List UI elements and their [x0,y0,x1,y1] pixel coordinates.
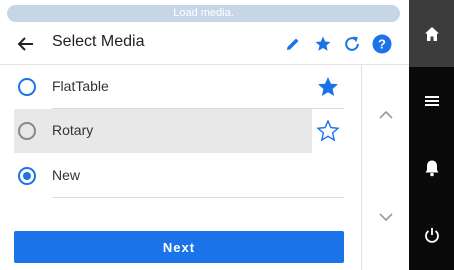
pencil-icon [287,38,299,50]
refresh-button[interactable] [340,32,364,56]
favorite-button[interactable] [311,32,335,56]
menu-button[interactable] [409,67,454,134]
star-filled-icon [318,77,338,96]
media-item-rotary[interactable]: Rotary [14,109,344,153]
back-arrow-icon [17,37,33,51]
media-item-label: New [52,167,81,183]
home-button[interactable] [409,0,454,67]
refresh-icon [345,36,359,51]
edit-button[interactable] [281,32,305,56]
media-item-new[interactable]: New [14,154,344,198]
power-button[interactable] [409,201,454,268]
radio-button[interactable] [18,78,36,96]
svg-text:?: ? [378,37,386,52]
media-item-label: Rotary [52,122,94,138]
favorite-toggle[interactable] [312,109,344,153]
notifications-button[interactable] [409,134,454,201]
chevron-up-icon [379,110,393,119]
next-button[interactable]: Next [14,231,344,263]
menu-icon [424,95,439,106]
bell-icon [425,160,438,176]
power-icon [424,227,439,243]
page-title: Select Media [52,33,145,50]
side-rail [409,0,454,270]
star-outline-icon [316,119,340,142]
star-icon [315,36,331,51]
chevron-down-icon [379,213,393,222]
header: Select Media ? [0,24,409,64]
radio-button[interactable] [18,122,36,140]
media-list: FlatTable Rotary New [0,65,360,225]
home-icon [424,26,439,41]
scroll-up-button[interactable] [374,103,398,127]
media-item-flattable[interactable]: FlatTable [14,65,344,109]
status-bar: Load media. [7,5,400,22]
media-item-label: FlatTable [52,78,109,94]
radio-button-selected[interactable] [18,167,36,185]
help-icon: ? [372,34,392,54]
scroll-down-button[interactable] [374,205,398,229]
favorite-toggle[interactable] [312,65,344,109]
row-divider [52,197,344,198]
scroll-column [361,65,409,270]
help-button[interactable]: ? [370,32,394,56]
back-button[interactable] [14,32,38,56]
